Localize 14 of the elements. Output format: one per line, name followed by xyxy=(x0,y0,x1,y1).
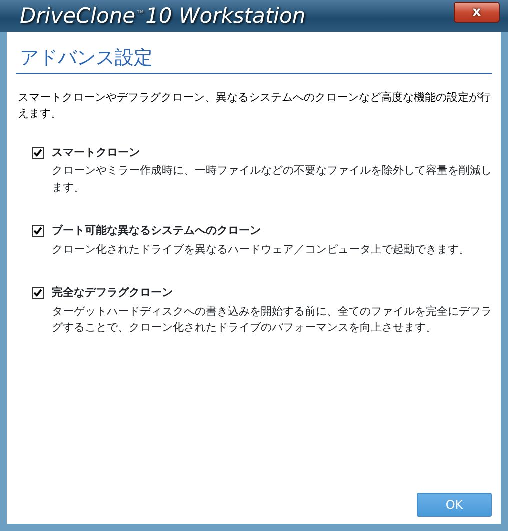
checkbox[interactable] xyxy=(32,225,44,238)
option-label: ブート可能な異なるシステムへのクローン xyxy=(52,223,261,240)
checkbox[interactable] xyxy=(32,287,44,300)
description-text: スマートクローンやデフラグクローン、異なるシステムへのクローンなど高度な機能の設定が行えます。 xyxy=(18,90,492,122)
ok-button[interactable]: OK xyxy=(417,493,492,517)
option-label: スマートクローン xyxy=(52,144,140,161)
option-label: 完全なデフラグクローン xyxy=(52,285,173,302)
option-description: クローンやミラー作成時に、一時ファイルなどの不要なファイルを除外して容量を削減します。 xyxy=(52,163,492,196)
close-button[interactable]: x xyxy=(454,2,500,22)
page-heading: アドバンス設定 xyxy=(16,46,492,74)
option-description: クローン化されたドライブを異なるハードウェア／コンピュータ上で起動できます。 xyxy=(52,242,471,258)
checkbox[interactable] xyxy=(32,146,44,159)
option-description: ターゲットハードディスクへの書き込みを開始する前に、全てのファイルを完全にデフラグすることで、クローン化されたドライブのパフォーマンスを向上させます。 xyxy=(52,304,492,336)
window-title: DriveClone$^{™}$10 Workstation xyxy=(20,6,306,26)
